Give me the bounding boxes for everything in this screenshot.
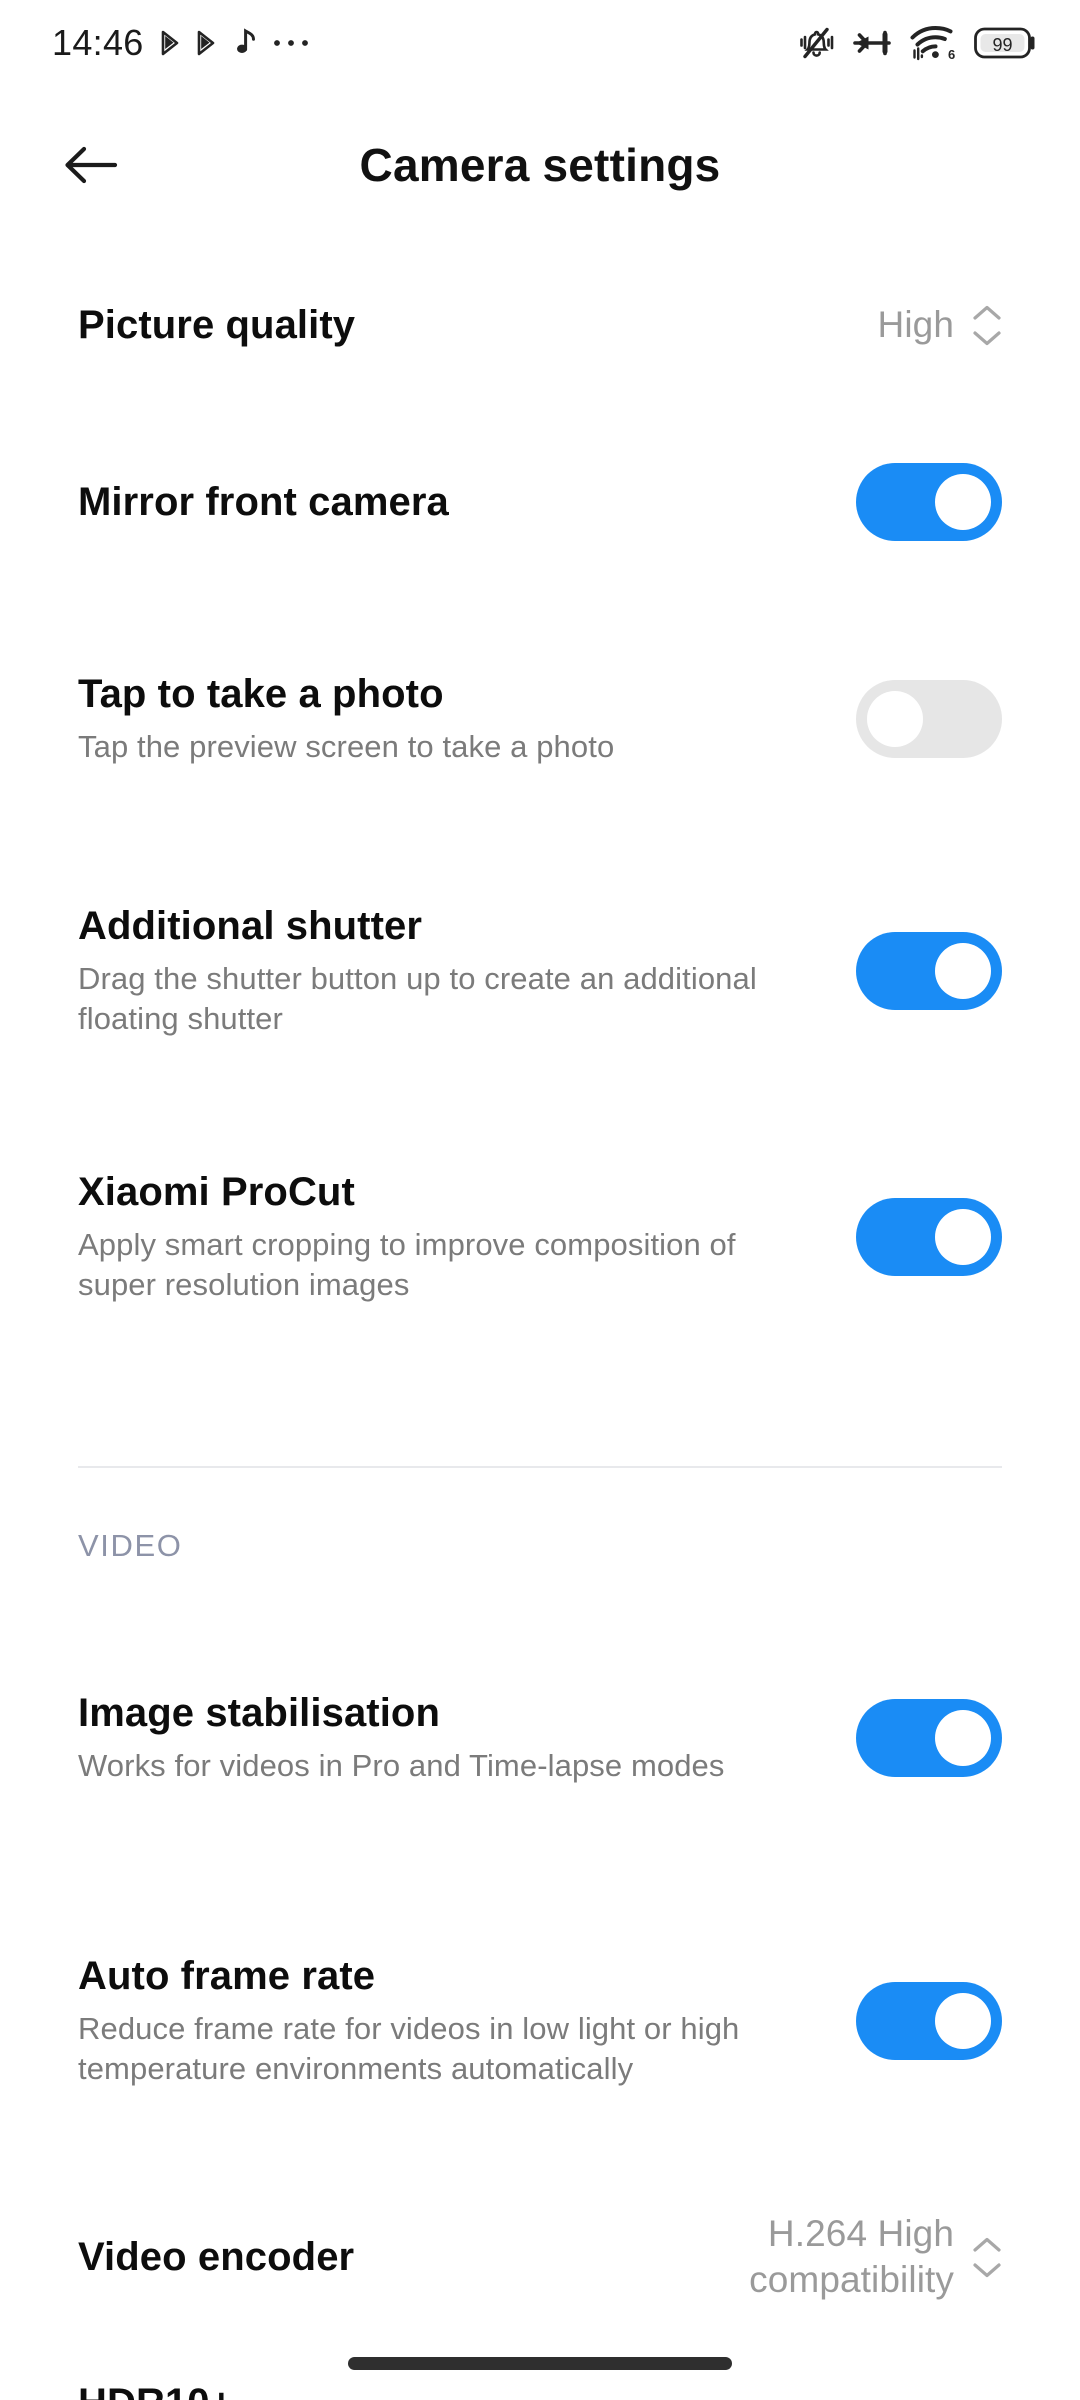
- video-encoder-value-group[interactable]: H.264 High compatibility: [749, 2211, 1002, 2304]
- row-title: HDR10+: [78, 2380, 233, 2400]
- setting-row-image-stabilisation[interactable]: Image stabilisation Works for videos in …: [0, 1605, 1080, 1871]
- row-subtitle: Tap the preview screen to take a photo: [78, 729, 615, 765]
- row-title: Picture quality: [78, 302, 356, 347]
- silent-mode-icon: [800, 27, 834, 59]
- row-title: Video encoder: [78, 2234, 355, 2279]
- toggle-xiaomi-procut[interactable]: [856, 1198, 1002, 1276]
- chevron-up-icon: [973, 2237, 1001, 2252]
- wifi-6-icon: 6: [910, 25, 955, 62]
- status-bar-left: 14:46: [52, 25, 310, 61]
- airplane-mode-icon: [853, 30, 891, 56]
- setting-row-tap-to-take-a-photo[interactable]: Tap to take a photo Tap the preview scre…: [0, 600, 1080, 838]
- back-button[interactable]: [58, 132, 124, 198]
- music-note-icon: [236, 28, 255, 53]
- toggle-knob: [935, 1710, 991, 1766]
- row-subtitle: Apply smart cropping to improve composit…: [78, 1226, 736, 1303]
- toggle-tap-to-take-a-photo[interactable]: [856, 680, 1002, 758]
- row-title: Image stabilisation: [78, 1690, 440, 1735]
- toggle-knob: [935, 474, 991, 530]
- status-bar: 14:46 6 99: [0, 0, 1080, 86]
- home-indicator-bar[interactable]: [348, 2357, 732, 2370]
- camera-settings-screen: 14:46 6 99 Camera settings Picture quali…: [0, 0, 1080, 2400]
- settings-list: Picture quality High Mirror front camera: [0, 246, 1080, 2400]
- status-clock: 14:46: [52, 22, 144, 63]
- setting-row-additional-shutter[interactable]: Additional shutter Drag the shutter butt…: [0, 838, 1080, 1104]
- battery-icon: 99: [974, 27, 1035, 59]
- status-bar-right: 6 99: [795, 23, 1036, 63]
- chevron-down-icon: [973, 2262, 1001, 2277]
- row-subtitle: Drag the shutter button up to create an …: [78, 960, 757, 1037]
- setting-row-mirror-front-camera[interactable]: Mirror front camera: [0, 404, 1080, 600]
- back-arrow-icon: [65, 146, 118, 184]
- row-title: Additional shutter: [78, 903, 423, 948]
- toggle-knob: [867, 691, 923, 747]
- picture-quality-value: High: [877, 303, 954, 345]
- section-label-video: VIDEO: [78, 1528, 183, 1563]
- video-encoder-stepper[interactable]: [972, 2236, 1002, 2279]
- row-subtitle: Reduce frame rate for videos in low ligh…: [78, 2010, 740, 2087]
- row-text-block: Additional shutter Drag the shutter butt…: [78, 903, 778, 1040]
- picture-quality-value-group[interactable]: High: [878, 302, 1003, 348]
- setting-row-video-encoder[interactable]: Video encoder H.264 High compatibility: [0, 2171, 1080, 2343]
- app-bar: Camera settings: [0, 110, 1080, 220]
- wifi-generation-label: 6: [948, 47, 955, 62]
- play-triangle-icon: [161, 30, 178, 56]
- play-triangle-icon: [197, 30, 214, 56]
- chevron-down-icon: [973, 330, 1001, 345]
- chevron-up-icon: [973, 305, 1001, 320]
- toggle-knob: [935, 1209, 991, 1265]
- toggle-additional-shutter[interactable]: [856, 932, 1002, 1010]
- row-title: Auto frame rate: [78, 1953, 376, 1998]
- toggle-image-stabilisation[interactable]: [856, 1699, 1002, 1777]
- toggle-knob: [935, 943, 991, 999]
- battery-level-label: 99: [992, 35, 1012, 55]
- row-text-block: Image stabilisation Works for videos in …: [78, 1690, 724, 1787]
- row-text-block: Xiaomi ProCut Apply smart cropping to im…: [78, 1169, 778, 1306]
- row-subtitle: Works for videos in Pro and Time-lapse m…: [78, 1748, 725, 1784]
- row-text-block: Picture quality: [78, 302, 355, 348]
- picture-quality-stepper[interactable]: [972, 304, 1002, 347]
- row-title: Mirror front camera: [78, 479, 449, 524]
- setting-row-picture-quality[interactable]: Picture quality High: [0, 246, 1080, 404]
- more-dots-icon: [273, 40, 308, 46]
- page-title: Camera settings: [359, 139, 721, 191]
- row-text-block: Video encoder: [78, 2234, 354, 2280]
- video-encoder-value: H.264 High compatibility: [749, 2212, 954, 2300]
- setting-row-auto-frame-rate[interactable]: Auto frame rate Reduce frame rate for vi…: [0, 1871, 1080, 2171]
- row-title: Tap to take a photo: [78, 671, 444, 716]
- toggle-auto-frame-rate[interactable]: [856, 1982, 1002, 2060]
- row-text-block: HDR10+: [78, 2380, 233, 2400]
- setting-row-xiaomi-procut[interactable]: Xiaomi ProCut Apply smart cropping to im…: [0, 1104, 1080, 1370]
- toggle-mirror-front-camera[interactable]: [856, 463, 1002, 541]
- row-text-block: Auto frame rate Reduce frame rate for vi…: [78, 1953, 798, 2090]
- toggle-knob: [935, 1993, 991, 2049]
- setting-row-hdr10-plus[interactable]: HDR10+: [0, 2343, 1080, 2400]
- row-text-block: Tap to take a photo Tap the preview scre…: [78, 671, 614, 768]
- row-title: Xiaomi ProCut: [78, 1169, 355, 1214]
- row-text-block: Mirror front camera: [78, 479, 449, 525]
